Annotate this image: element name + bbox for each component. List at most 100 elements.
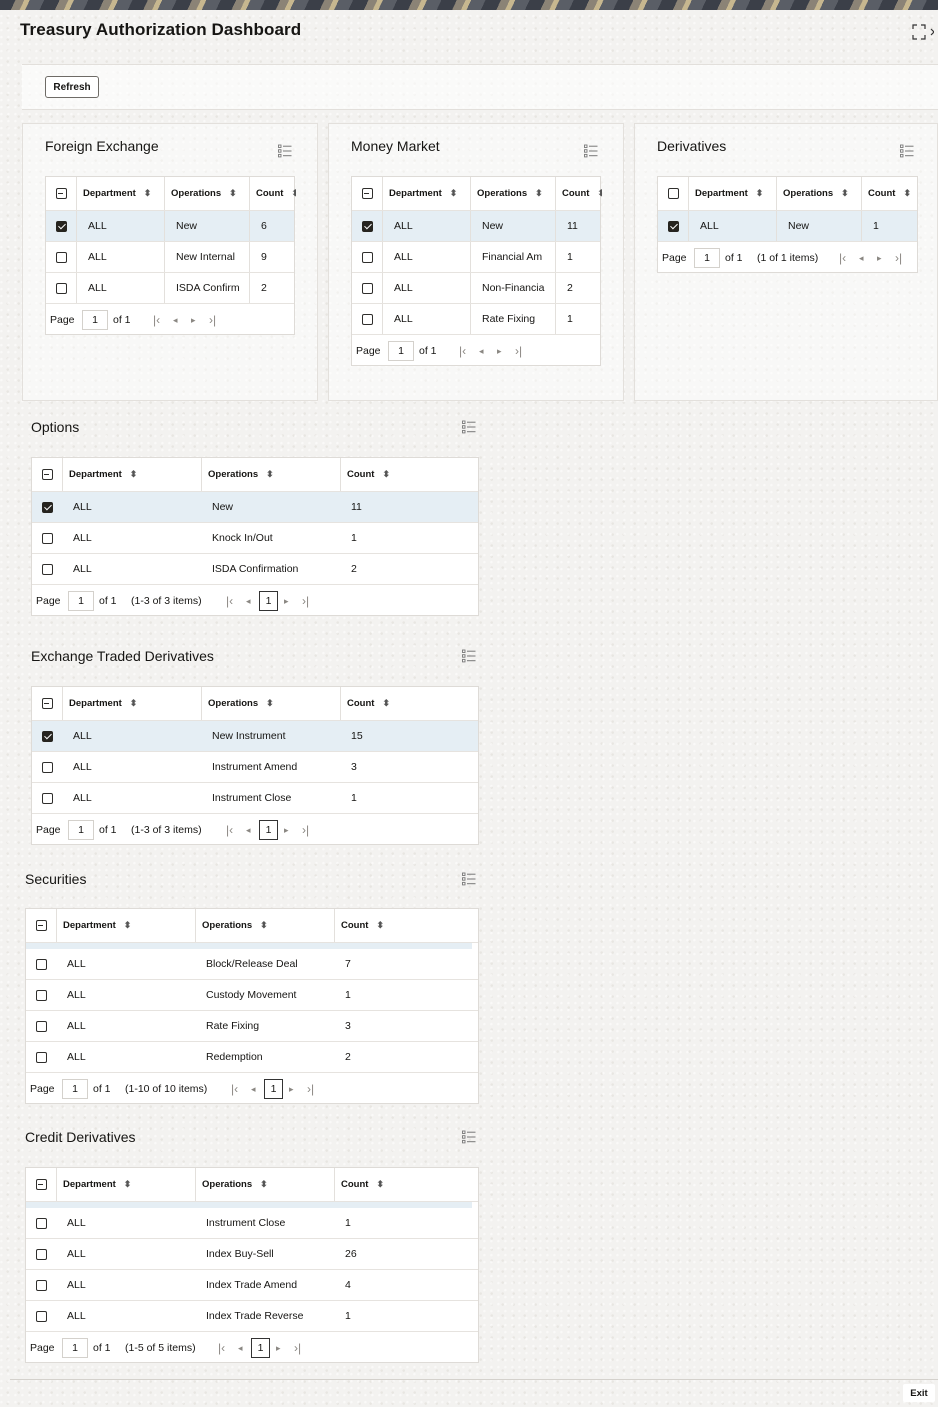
table-row[interactable]: ALL ISDA Confirm 2 xyxy=(46,273,294,304)
last-page-icon[interactable]: ›| xyxy=(294,1333,301,1363)
column-menu-icon[interactable] xyxy=(462,649,476,663)
page-input[interactable]: 1 xyxy=(694,248,720,268)
column-header-operations[interactable]: Operations ⬍ xyxy=(195,909,334,942)
last-page-icon[interactable]: ›| xyxy=(209,305,216,335)
column-header-department[interactable]: Department ⬍ xyxy=(56,1168,195,1201)
column-header-count[interactable]: Count ⬍ xyxy=(334,909,480,942)
page-number-button[interactable]: 1 xyxy=(259,820,278,840)
row-checkbox[interactable] xyxy=(361,313,373,325)
column-header-count[interactable]: Count ⬍ xyxy=(340,458,480,491)
row-checkbox[interactable] xyxy=(361,282,373,294)
prev-page-icon[interactable]: ◂ xyxy=(173,305,178,335)
column-header-count[interactable]: Count ⬍ xyxy=(249,177,296,210)
column-header-department[interactable]: Department ⬍ xyxy=(688,177,776,210)
table-row[interactable]: ALL New Internal 9 xyxy=(46,242,294,273)
row-checkbox[interactable] xyxy=(35,1248,47,1260)
select-all-checkbox[interactable] xyxy=(41,469,53,480)
column-menu-icon[interactable] xyxy=(462,1130,476,1144)
column-header-department[interactable]: Department ⬍ xyxy=(62,687,201,720)
table-row[interactable]: ALL Instrument Amend 3 xyxy=(32,752,478,783)
first-page-icon[interactable]: |‹ xyxy=(459,336,466,366)
sort-icon[interactable]: ⬍ xyxy=(756,188,764,199)
column-menu-icon[interactable] xyxy=(900,144,914,158)
select-all-checkbox[interactable] xyxy=(41,698,53,709)
sort-icon[interactable]: ⬍ xyxy=(450,188,458,199)
row-checkbox[interactable] xyxy=(361,251,373,263)
row-checkbox[interactable] xyxy=(35,1310,47,1322)
sort-icon[interactable]: ⬍ xyxy=(266,698,274,709)
row-checkbox[interactable] xyxy=(35,1279,47,1291)
select-all-checkbox[interactable] xyxy=(361,188,373,199)
table-row[interactable]: ALL Rate Fixing 3 xyxy=(26,1011,478,1042)
select-all-checkbox[interactable] xyxy=(35,1179,47,1190)
row-checkbox[interactable] xyxy=(361,220,373,232)
table-row[interactable]: ALL Index Buy-Sell 26 xyxy=(26,1239,478,1270)
sort-icon[interactable]: ⬍ xyxy=(291,188,296,199)
row-checkbox[interactable] xyxy=(55,220,67,232)
row-checkbox[interactable] xyxy=(55,251,67,263)
sort-icon[interactable]: ⬍ xyxy=(841,188,849,199)
table-row[interactable]: ALL New 11 xyxy=(352,211,600,242)
page-input[interactable]: 1 xyxy=(68,591,94,611)
page-input[interactable]: 1 xyxy=(62,1338,88,1358)
row-checkbox[interactable] xyxy=(41,532,53,544)
row-checkbox[interactable] xyxy=(667,220,679,232)
next-page-icon[interactable]: ▸ xyxy=(284,815,289,845)
column-menu-icon[interactable] xyxy=(584,144,598,158)
column-header-count[interactable]: Count ⬍ xyxy=(340,687,480,720)
next-page-icon[interactable]: ▸ xyxy=(289,1074,294,1104)
exit-button[interactable]: Exit xyxy=(903,1384,935,1402)
last-page-icon[interactable]: ›| xyxy=(515,336,522,366)
column-header-department[interactable]: Department ⬍ xyxy=(56,909,195,942)
page-input[interactable]: 1 xyxy=(68,820,94,840)
refresh-button[interactable]: Refresh xyxy=(45,76,99,98)
column-header-operations[interactable]: Operations ⬍ xyxy=(201,458,340,491)
column-header-operations[interactable]: Operations ⬍ xyxy=(776,177,861,210)
select-all-checkbox[interactable] xyxy=(35,920,47,931)
sort-icon[interactable]: ⬍ xyxy=(266,469,274,480)
first-page-icon[interactable]: |‹ xyxy=(231,1074,238,1104)
sort-icon[interactable]: ⬍ xyxy=(382,469,390,480)
table-row[interactable]: ALL New 1 xyxy=(658,211,917,242)
column-header-department[interactable]: Department ⬍ xyxy=(76,177,164,210)
select-all-checkbox[interactable] xyxy=(667,188,679,199)
next-page-icon[interactable]: ▸ xyxy=(191,305,196,335)
last-page-icon[interactable]: ›| xyxy=(307,1074,314,1104)
column-menu-icon[interactable] xyxy=(278,144,292,158)
prev-page-icon[interactable]: ◂ xyxy=(246,586,251,616)
prev-page-icon[interactable]: ◂ xyxy=(238,1333,243,1363)
table-row[interactable]: ALL Index Trade Amend 4 xyxy=(26,1270,478,1301)
column-header-operations[interactable]: Operations ⬍ xyxy=(470,177,555,210)
column-header-department[interactable]: Department ⬍ xyxy=(382,177,470,210)
first-page-icon[interactable]: |‹ xyxy=(226,586,233,616)
first-page-icon[interactable]: |‹ xyxy=(226,815,233,845)
table-row[interactable]: ALL Knock In/Out 1 xyxy=(32,523,478,554)
row-checkbox[interactable] xyxy=(41,761,53,773)
next-page-icon[interactable]: ▸ xyxy=(276,1333,281,1363)
table-row[interactable]: ALL New 6 xyxy=(46,211,294,242)
expand-icon[interactable] xyxy=(912,24,934,40)
row-checkbox[interactable] xyxy=(41,501,53,513)
row-checkbox[interactable] xyxy=(35,1217,47,1229)
page-number-button[interactable]: 1 xyxy=(259,591,278,611)
table-row[interactable]: ALL Non-Financia 2 xyxy=(352,273,600,304)
row-checkbox[interactable] xyxy=(41,730,53,742)
row-checkbox[interactable] xyxy=(41,792,53,804)
table-row[interactable]: ALL Custody Movement 1 xyxy=(26,980,478,1011)
sort-icon[interactable]: ⬍ xyxy=(229,188,237,199)
first-page-icon[interactable]: |‹ xyxy=(153,305,160,335)
column-header-count[interactable]: Count ⬍ xyxy=(555,177,602,210)
sort-icon[interactable]: ⬍ xyxy=(130,698,138,709)
column-header-operations[interactable]: Operations ⬍ xyxy=(164,177,249,210)
select-all-checkbox[interactable] xyxy=(55,188,67,199)
table-row[interactable]: ALL Index Trade Reverse 1 xyxy=(26,1301,478,1332)
column-header-count[interactable]: Count ⬍ xyxy=(334,1168,480,1201)
sort-icon[interactable]: ⬍ xyxy=(130,469,138,480)
sort-icon[interactable]: ⬍ xyxy=(376,1179,384,1190)
table-row[interactable]: ALL New 11 xyxy=(32,492,478,523)
table-row[interactable]: ALL New Instrument 15 xyxy=(32,721,478,752)
page-input[interactable]: 1 xyxy=(62,1079,88,1099)
next-page-icon[interactable]: ▸ xyxy=(497,336,502,366)
next-page-icon[interactable]: ▸ xyxy=(284,586,289,616)
sort-icon[interactable]: ⬍ xyxy=(903,188,911,199)
